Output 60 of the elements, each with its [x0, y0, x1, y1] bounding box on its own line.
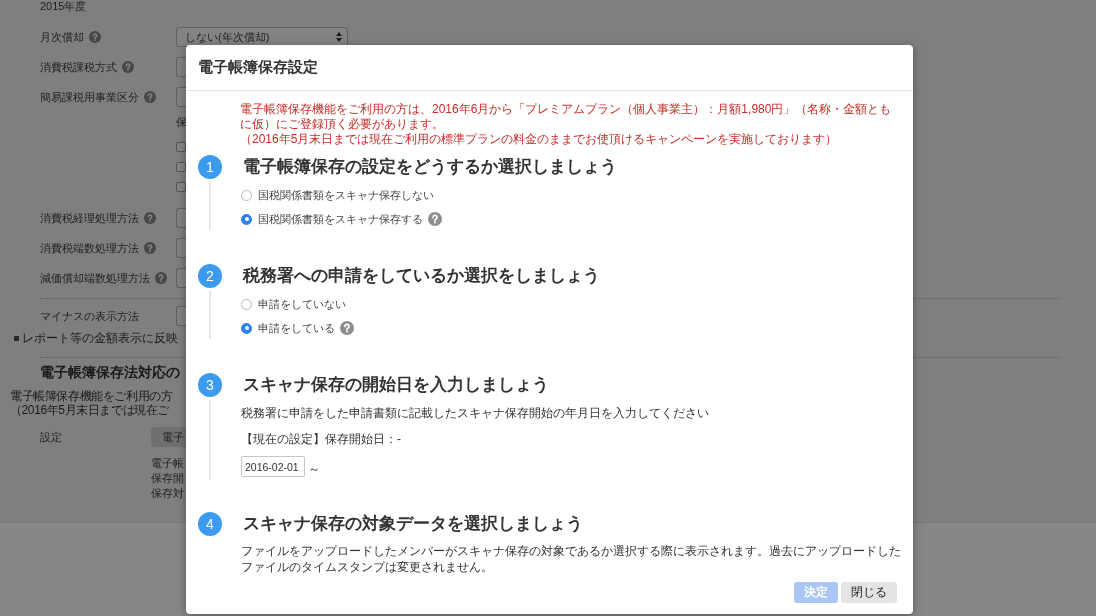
radio-button[interactable] [241, 189, 252, 201]
section-description: 電子帳簿保存機能をご利用の方 [10, 389, 173, 403]
notice-text: 電子帳簿保存機能をご利用の方は、2016年6月から「プレミアムプラン（個人事業主）：月額1,980円」（名称・金額ともに仮）にご登録頂く必要があります。 [240, 102, 893, 132]
setting-detail: 電子帳 [151, 456, 184, 471]
notice-text: （2016年5月末日までは現在ご利用の標準プランの料金のままでお使頂けるキャンペーンを実施しております） [240, 132, 839, 147]
setting-label: 減価償却端数処理方法 [40, 271, 150, 285]
help-icon[interactable] [340, 321, 354, 335]
step-heading: スキャナ保存の対象データを選択しましょう [243, 513, 583, 535]
radio-button[interactable] [241, 322, 252, 334]
date-input[interactable]: 2016-02-01 [241, 456, 305, 477]
select-field[interactable] [176, 268, 186, 288]
current-setting: 【現在の設定】保存開始日：- [241, 431, 401, 447]
fiscal-year-label: 2015年度 [40, 0, 87, 12]
option-label: 申請をしていない [258, 297, 346, 312]
section-description: （2016年5月末日までは現在ご [10, 403, 169, 417]
setting-detail: 保存対 [151, 486, 184, 501]
select-field[interactable] [176, 238, 186, 258]
select-field[interactable] [176, 208, 186, 228]
help-icon[interactable] [89, 31, 101, 43]
step-description: ファイルをアップロードしたメンバーがスキャナ保存の対象であるか選択する際に表示されます。過去にアップロードしたファイルのタイムスタンプは変更されません。 [241, 543, 901, 575]
updown-arrows-icon [336, 32, 342, 42]
section-heading: 電子帳簿保存法対応の [40, 363, 180, 381]
setting-label: 消費税経理処理方法 [40, 211, 139, 225]
help-icon[interactable] [122, 61, 134, 73]
setting-note: レポート等の金額表示に反映 [22, 331, 178, 345]
select-field[interactable] [176, 57, 186, 77]
range-separator: ～ [308, 460, 320, 477]
step-number: 3 [198, 373, 222, 397]
setting-label: 消費税端数処理方法 [40, 241, 139, 255]
setting-label: 月次償却 [40, 30, 84, 44]
select-field[interactable] [176, 87, 186, 107]
help-icon[interactable] [144, 212, 156, 224]
settings-button[interactable]: 電子 [151, 427, 186, 447]
radio-button[interactable] [241, 213, 252, 225]
help-icon[interactable] [428, 212, 442, 226]
option-label: 国税関係書類をスキャナ保存しない [258, 188, 434, 203]
select-field[interactable]: しない(年次償却) [176, 27, 348, 47]
setting-label: マイナスの表示方法 [40, 309, 139, 323]
help-icon[interactable] [144, 91, 156, 103]
step-heading: 税務署への申請をしているか選択をしましょう [243, 265, 600, 287]
dialog-title: 電子帳簿保存設定 [198, 57, 318, 78]
step-number: 4 [198, 512, 222, 536]
select-field[interactable] [176, 306, 186, 326]
close-button[interactable]: 閉じる [841, 582, 897, 603]
help-icon[interactable] [144, 242, 156, 254]
bullet-icon [14, 335, 19, 341]
step-heading: 電子帳簿保存の設定をどうするか選択しましょう [243, 156, 617, 178]
option-text: 保 [176, 115, 187, 129]
option-label: 申請をしている [258, 321, 335, 336]
setting-label: 設定 [40, 430, 63, 444]
setting-label: 消費税課税方式 [40, 60, 117, 74]
setting-label: 簡易課税用事業区分 [40, 90, 139, 104]
radio-button[interactable] [241, 298, 252, 310]
option-label: 国税関係書類をスキャナ保存する [258, 212, 423, 227]
step-heading: スキャナ保存の開始日を入力しましょう [243, 374, 549, 396]
setting-detail: 保存開 [151, 471, 184, 486]
step-description: 税務署に申請をした申請書類に記載したスキャナ保存開始の年月日を入力してください [241, 405, 709, 421]
step-number: 1 [198, 155, 222, 179]
help-icon[interactable] [155, 272, 167, 284]
step-number: 2 [198, 264, 222, 288]
